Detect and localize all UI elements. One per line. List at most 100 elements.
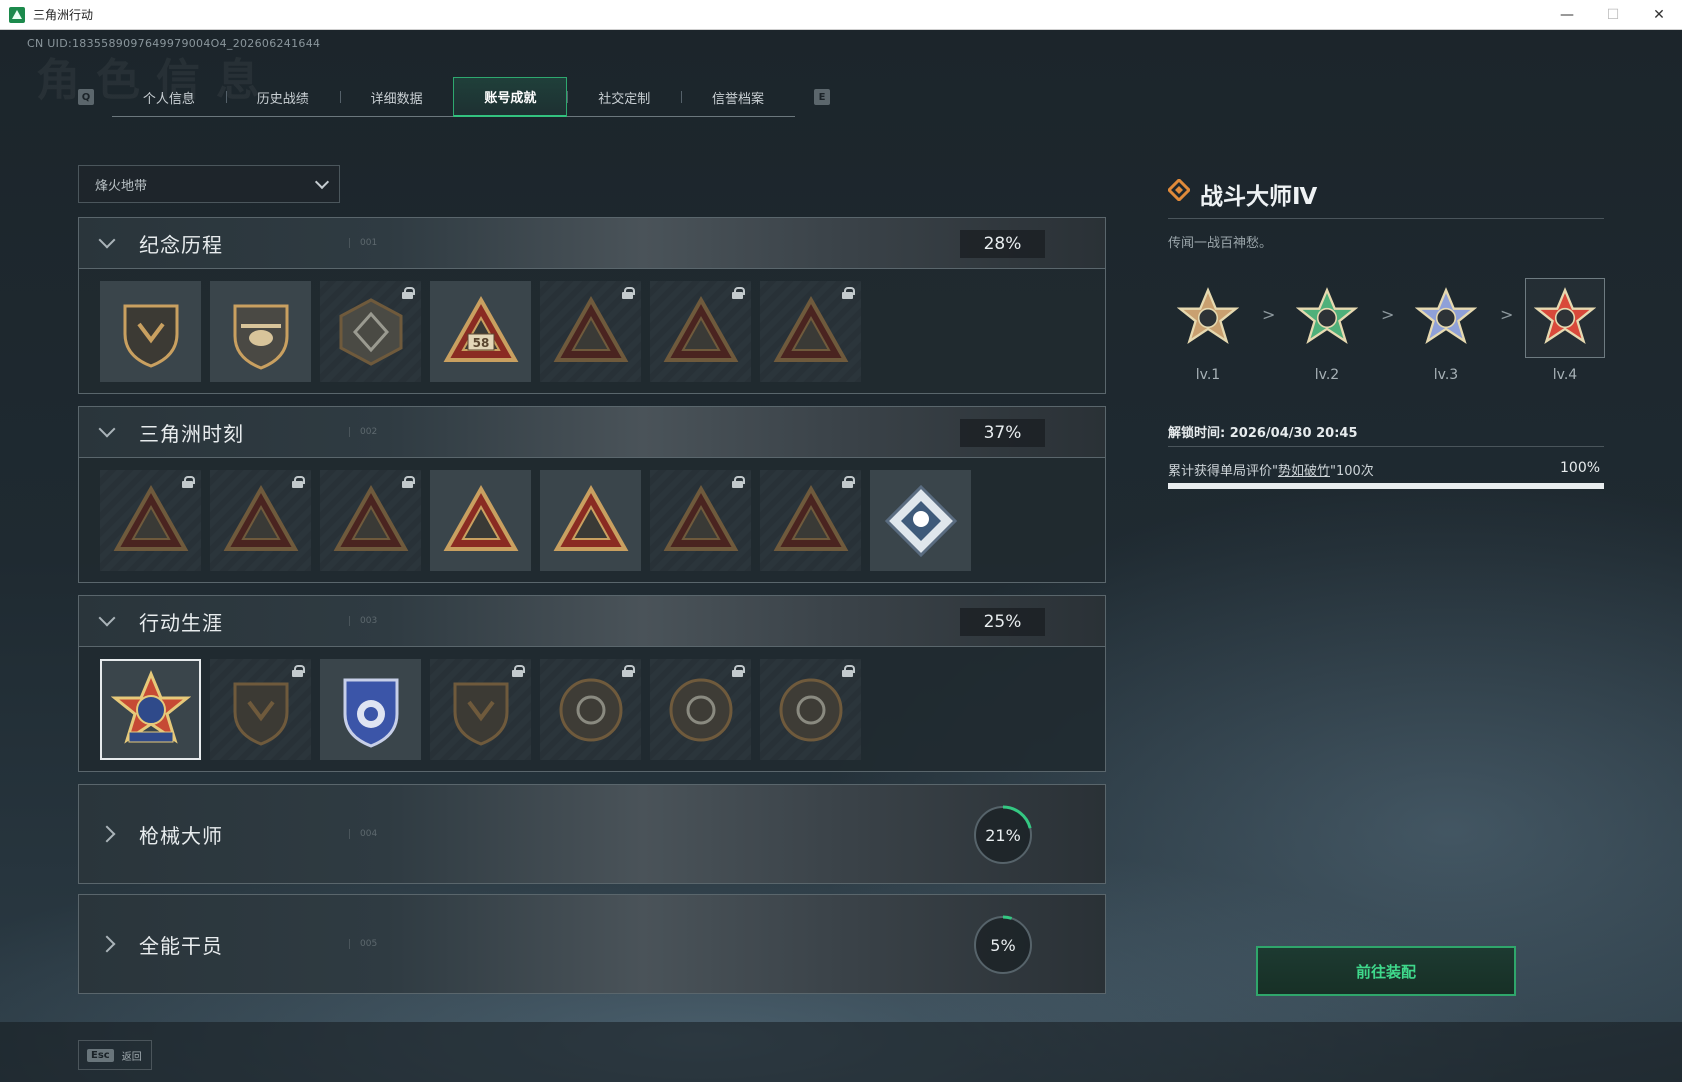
beast-badge-icon [663, 484, 738, 551]
category-code: 004 [349, 829, 377, 839]
back-label: 返回 [121, 1051, 142, 1063]
orb-circle-badge[interactable] [540, 659, 641, 760]
category-header-weapon-master[interactable]: 枪械大师 004 21% [78, 784, 1106, 884]
category-header-delta-moments[interactable]: 三角洲时刻 002 37% [78, 406, 1106, 458]
category-progress-ring: 5% [971, 913, 1035, 977]
mode-select-value: 烽火地带 [95, 178, 148, 194]
tab-social[interactable]: 社交定制 [567, 77, 681, 117]
category-body-memorial: 58 [78, 269, 1106, 394]
chevron-right-icon [98, 935, 116, 953]
skull-target-badge[interactable] [650, 659, 751, 760]
requirement-highlight[interactable]: 势如破竹 [1278, 464, 1330, 479]
beast-badge[interactable] [650, 470, 751, 571]
skull-target-badge-icon [669, 678, 732, 741]
category-header-operation-career[interactable]: 行动生涯 003 25% [78, 595, 1106, 647]
close-button[interactable]: ✕ [1636, 0, 1682, 30]
lock-icon [842, 476, 855, 488]
mode-select[interactable]: 烽火地带 [78, 165, 340, 203]
next-tab-key-hint[interactable]: E [814, 89, 830, 105]
figure-badge[interactable] [100, 470, 201, 571]
category-header-all-round-operator[interactable]: 全能干员 005 5% [78, 894, 1106, 994]
crossed-arms-badge-icon [773, 295, 848, 362]
lock-icon [292, 665, 305, 677]
footer-bar [0, 1022, 1682, 1082]
rose-diamond-badge[interactable] [870, 470, 971, 571]
category-title: 三角洲时刻 [139, 421, 244, 446]
hooded-operator-badge-icon [663, 295, 738, 362]
category-title: 枪械大师 [139, 823, 223, 848]
lock-icon [292, 476, 305, 488]
divider [1168, 218, 1604, 219]
tab-achievements[interactable]: 账号成就 [453, 77, 568, 117]
tab-detailed-data[interactable]: 详细数据 [339, 77, 454, 117]
category-header-memorial[interactable]: 纪念历程 001 28% [78, 217, 1106, 269]
police-shield-badge[interactable] [320, 659, 421, 760]
winged-shield-badge[interactable] [210, 659, 311, 760]
hands-ball-badge-icon [773, 484, 848, 551]
hands-ball-badge[interactable] [760, 470, 861, 571]
go-equip-button[interactable]: 前往装配 [1256, 946, 1516, 996]
chevron-down-icon [98, 231, 116, 249]
category-percent: 37% [960, 419, 1045, 447]
rose-diamond-badge-icon [884, 484, 957, 557]
tab-history[interactable]: 历史战绩 [225, 77, 340, 117]
category-code: 002 [349, 427, 377, 437]
level-label: lv.4 [1552, 367, 1578, 383]
level-arrow-icon: > [1500, 305, 1514, 324]
tab-reputation[interactable]: 信誉档案 [681, 77, 795, 117]
crossed-arms-badge[interactable] [760, 281, 861, 382]
kneeling-operator-badge[interactable] [320, 470, 421, 571]
helicopter-badge[interactable] [210, 281, 311, 382]
lock-icon [732, 287, 745, 299]
tab-bar: 个人信息 历史战绩 详细数据 账号成就 社交定制 信誉档案 [112, 77, 795, 117]
back-button[interactable]: Esc 返回 [78, 1040, 152, 1070]
category-code: 005 [349, 939, 377, 949]
tab-personal-info[interactable]: 个人信息 [112, 77, 226, 117]
category-title: 行动生涯 [139, 610, 223, 635]
lock-icon [512, 665, 525, 677]
soldier-badge[interactable] [210, 470, 311, 571]
lock-icon [842, 287, 855, 299]
lock-icon [402, 287, 415, 299]
level-2-badge[interactable] [1287, 278, 1367, 358]
category-title: 全能干员 [139, 933, 223, 958]
requirement-suffix: "100次 [1330, 464, 1374, 479]
requirement-progress-fill [1168, 483, 1604, 489]
achievement-title: 战斗大师Ⅳ [1200, 184, 1318, 210]
combat-master-iv-badge[interactable] [100, 659, 201, 760]
badge-58[interactable]: 58 [430, 281, 531, 382]
police-shield-badge-icon [343, 678, 398, 748]
muscle-badge[interactable] [540, 470, 641, 571]
requirement-prefix: 累计获得单局评价" [1168, 464, 1278, 479]
level-3-badge[interactable] [1406, 278, 1486, 358]
unlock-time: 解锁时间: 2026/04/30 20:45 [1168, 426, 1358, 441]
lock-icon [732, 665, 745, 677]
chevron-down-icon [98, 420, 116, 438]
eye-circle-badge[interactable] [760, 659, 861, 760]
esc-key-icon: Esc [87, 1048, 114, 1062]
delta-emblem-badge[interactable] [100, 281, 201, 382]
maximize-button[interactable]: ☐ [1590, 0, 1636, 30]
app-logo-icon [9, 6, 25, 23]
helicopter-58-badge[interactable] [540, 281, 641, 382]
level-label: lv.3 [1433, 367, 1459, 383]
hands-dice-badge[interactable] [430, 470, 531, 571]
hexagram-shield-badge-icon [453, 682, 508, 746]
achievement-diamond-icon [1168, 179, 1190, 201]
level-4-badge[interactable] [1525, 278, 1605, 358]
hexagram-shield-badge[interactable] [430, 659, 531, 760]
category-body-delta-moments [78, 458, 1106, 583]
level-1-badge[interactable] [1168, 278, 1248, 358]
prev-tab-key-hint[interactable]: Q [78, 89, 94, 105]
helicopter-58-badge-icon [553, 295, 628, 362]
hooded-operator-badge[interactable] [650, 281, 751, 382]
chevron-down-icon [314, 174, 330, 190]
level-arrow-icon: > [1262, 305, 1276, 324]
chevron-right-icon [98, 825, 116, 843]
combat-master-iv-badge-icon [110, 669, 191, 744]
category-percent: 21% [985, 825, 1021, 845]
requirement-progress-text: 100% [1560, 460, 1601, 476]
category-progress-ring: 21% [971, 803, 1035, 867]
minimize-button[interactable]: — [1544, 0, 1590, 30]
shield-emblem-badge[interactable] [320, 281, 421, 382]
